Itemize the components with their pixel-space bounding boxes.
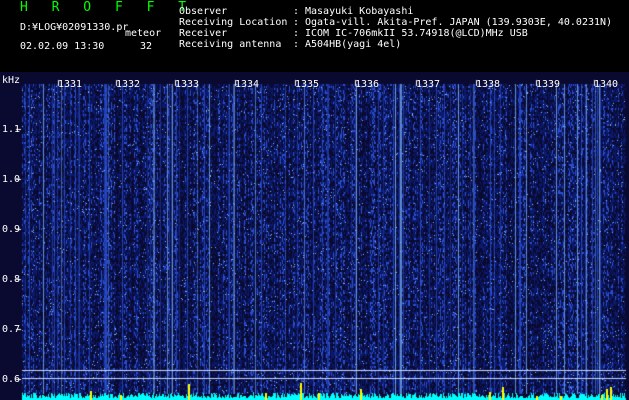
- meta-row-location: Receiving Location: Ogata-vill. Akita-Pre…: [179, 17, 612, 28]
- y-tick-label: 0.9: [2, 224, 21, 235]
- y-axis-unit: kHz: [2, 75, 21, 86]
- minute-label: 1336: [354, 79, 380, 90]
- meta-row-receiver: Receiver: ICOM IC-706mkII 53.74918(@LCD)M…: [179, 28, 612, 39]
- meta-key: Receiving Location: [179, 17, 288, 28]
- minute-label: 1338: [475, 79, 501, 90]
- echo-count: 32: [140, 41, 153, 52]
- meta-row-antenna: Receiving antenna: A504HB(yagi 4el): [179, 39, 612, 50]
- meta-value: ICOM IC-706mkII 53.74918(@LCD)MHz USB: [305, 28, 528, 39]
- y-tick-label: 1.0: [2, 174, 21, 185]
- timestamp: 02.02.09 13:30: [20, 41, 105, 52]
- meta-row-observer: Observer: Masayuki Kobayashi: [179, 6, 612, 17]
- spectrogram-panel: kHz 1.1 1.0 0.9 0.8 0.7 0.6 1331 1332 13…: [0, 72, 629, 400]
- minute-label: 1340: [593, 79, 619, 90]
- meta-value: A504HB(yagi 4el): [305, 39, 402, 50]
- meta-separator: :: [293, 17, 300, 28]
- meta-value: Ogata-vill. Akita-Pref. JAPAN (139.9303E…: [305, 17, 613, 28]
- y-tick-label: 0.8: [2, 274, 21, 285]
- minute-label: 1333: [174, 79, 200, 90]
- meta-key: Receiving antenna: [179, 39, 282, 50]
- app-title: H R O F F T: [20, 0, 195, 15]
- spectrogram-canvas: [0, 72, 629, 400]
- header-panel: H R O F F T D:¥LOG¥02091330.pr meteor 02…: [0, 0, 629, 72]
- meta-key: Receiver: [179, 28, 228, 39]
- y-tick-label: 1.1: [2, 124, 21, 135]
- station-info: Observer: Masayuki Kobayashi Receiving Lo…: [179, 6, 612, 50]
- minute-label: 1334: [234, 79, 260, 90]
- meta-separator: :: [293, 28, 300, 39]
- meta-key: Observer: [179, 6, 228, 17]
- detection-tag: meteor: [125, 28, 162, 39]
- minute-label: 1331: [57, 79, 83, 90]
- meta-value: Masayuki Kobayashi: [305, 6, 414, 17]
- y-tick-label: 0.6: [2, 374, 21, 385]
- y-tick-label: 0.7: [2, 324, 21, 335]
- file-path: D:¥LOG¥02091330.pr: [20, 22, 129, 33]
- minute-label: 1335: [294, 79, 320, 90]
- minute-label: 1339: [535, 79, 561, 90]
- meta-separator: :: [293, 6, 300, 17]
- meta-separator: :: [293, 39, 300, 50]
- minute-label: 1332: [115, 79, 141, 90]
- minute-label: 1337: [415, 79, 441, 90]
